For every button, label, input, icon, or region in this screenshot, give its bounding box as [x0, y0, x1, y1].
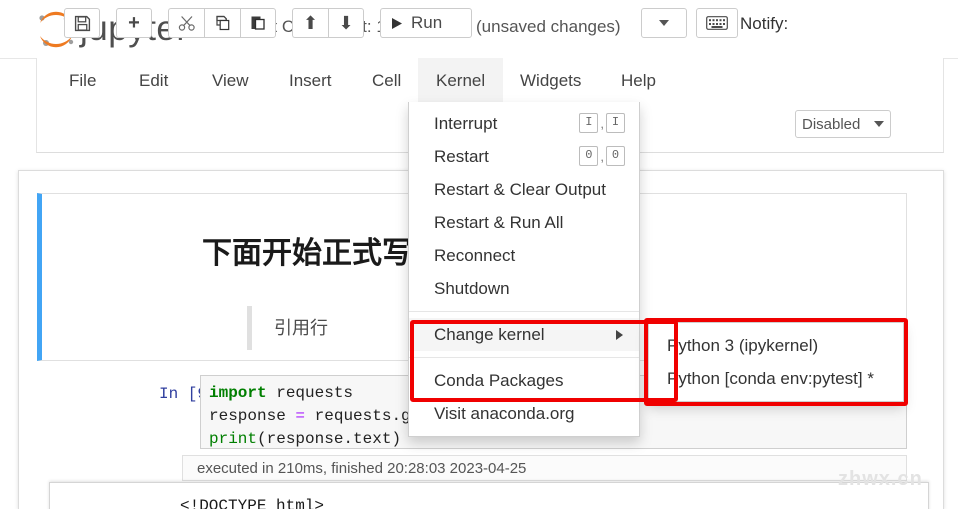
kernel-menu-restart-shortcut: 0,0: [579, 146, 625, 166]
cell-output-panel: <!DOCTYPE html>: [49, 482, 929, 509]
move-cell-down-button[interactable]: ⬇: [328, 8, 364, 38]
keyboard-shortcuts-button[interactable]: [696, 8, 738, 38]
move-cell-up-button[interactable]: ⬆: [292, 8, 328, 38]
menu-view[interactable]: View: [194, 58, 267, 104]
kernel-menu-change-kernel[interactable]: Change kernel: [409, 318, 639, 351]
save-icon: [74, 15, 90, 31]
menu-divider: [409, 357, 639, 358]
chevron-right-icon: [616, 329, 623, 340]
kbd-key: I: [579, 113, 599, 133]
cell-output-text: <!DOCTYPE html>: [180, 497, 325, 509]
code-line2-a: response: [209, 407, 296, 425]
save-button[interactable]: [64, 8, 100, 38]
menu-divider: [409, 311, 639, 312]
notify-select[interactable]: Disabled: [795, 110, 891, 138]
arrow-up-icon: ⬆: [302, 12, 319, 33]
kernel-menu-interrupt-label: Interrupt: [434, 113, 498, 133]
kernel-dropdown-menu: Interrupt I,I Restart 0,0 Restart & Clea…: [408, 102, 640, 437]
kernel-menu-shutdown-label: Shutdown: [434, 278, 510, 298]
kernel-menu-shutdown[interactable]: Shutdown: [409, 272, 639, 305]
run-button-label: Run: [411, 13, 443, 32]
menu-cell[interactable]: Cell: [354, 58, 419, 104]
menu-file[interactable]: File: [51, 58, 114, 104]
kernel-menu-visit-anaconda[interactable]: Visit anaconda.org: [409, 397, 639, 430]
paste-icon: [251, 16, 265, 30]
jupyter-logo[interactable]: jupyter: [34, 6, 188, 52]
change-kernel-submenu: Python 3 (ipykernel) Python [conda env:p…: [648, 322, 904, 402]
watermark: zhwx.cn: [838, 468, 923, 490]
kernel-menu-reconnect-label: Reconnect: [434, 245, 516, 265]
kernel-menu-restart-clear-output-label: Restart & Clear Output: [434, 179, 606, 199]
kernel-menu-restart-label: Restart: [434, 146, 489, 166]
run-cell-button[interactable]: Run: [380, 8, 472, 38]
copy-cell-button[interactable]: [204, 8, 240, 38]
markdown-heading: 下面开始正式写作: [202, 237, 442, 270]
kernel-menu-change-kernel-label: Change kernel: [434, 324, 545, 344]
execution-status: executed in 210ms, finished 20:28:03 202…: [182, 455, 907, 481]
kbd-key: I: [606, 113, 625, 133]
insert-cell-button[interactable]: +: [116, 8, 152, 38]
kernel-menu-restart[interactable]: Restart 0,0: [409, 140, 639, 173]
menu-edit[interactable]: Edit: [121, 58, 186, 104]
code-line2-op: =: [295, 407, 306, 425]
notify-label: Notify:: [740, 14, 789, 33]
kernel-menu-restart-clear-output[interactable]: Restart & Clear Output: [409, 173, 639, 206]
code-line3-fn: print: [209, 430, 258, 448]
code-line3-rest: (response.text): [257, 430, 402, 448]
kernel-menu-conda-packages-label: Conda Packages: [434, 370, 564, 390]
markdown-blockquote: 引用行: [247, 306, 328, 350]
menu-insert[interactable]: Insert: [271, 58, 350, 104]
arrow-down-icon: ⬇: [338, 12, 354, 33]
code-line1-rest: requests: [266, 384, 354, 402]
kernel-menu-visit-anaconda-label: Visit anaconda.org: [434, 403, 575, 423]
kernel-menu-interrupt-shortcut: I,I: [579, 113, 625, 133]
kernel-option-conda-pytest[interactable]: Python [conda env:pytest] *: [649, 362, 903, 395]
kbd-key: 0: [606, 146, 625, 166]
kernel-option-python3[interactable]: Python 3 (ipykernel): [649, 329, 903, 362]
cut-cell-button[interactable]: [168, 8, 204, 38]
menu-help[interactable]: Help: [603, 58, 674, 104]
kernel-menu-interrupt[interactable]: Interrupt I,I: [409, 107, 639, 140]
code-keyword-import: import: [209, 384, 267, 402]
notify-select-value: Disabled: [802, 115, 861, 133]
kernel-menu-conda-packages[interactable]: Conda Packages: [409, 364, 639, 397]
unsaved-changes-status: (unsaved changes): [476, 17, 621, 36]
kernel-menu-restart-run-all-label: Restart & Run All: [434, 212, 564, 232]
menu-kernel[interactable]: Kernel: [418, 58, 504, 104]
scissors-icon: [178, 16, 195, 31]
menu-widgets[interactable]: Widgets: [502, 58, 599, 104]
plus-icon: +: [128, 11, 140, 34]
paste-cell-button[interactable]: [240, 8, 276, 38]
kbd-key: 0: [579, 146, 599, 166]
keyboard-icon: [706, 16, 728, 30]
kernel-menu-reconnect[interactable]: Reconnect: [409, 239, 639, 272]
cell-type-select[interactable]: [641, 8, 687, 38]
chevron-down-icon: [874, 121, 884, 127]
play-icon: [392, 17, 402, 29]
copy-icon: [215, 15, 229, 31]
kernel-menu-restart-run-all[interactable]: Restart & Run All: [409, 206, 639, 239]
menu-bar: File Edit View Insert Cell Kernel Widget…: [36, 58, 944, 105]
chevron-down-icon: [659, 20, 669, 26]
